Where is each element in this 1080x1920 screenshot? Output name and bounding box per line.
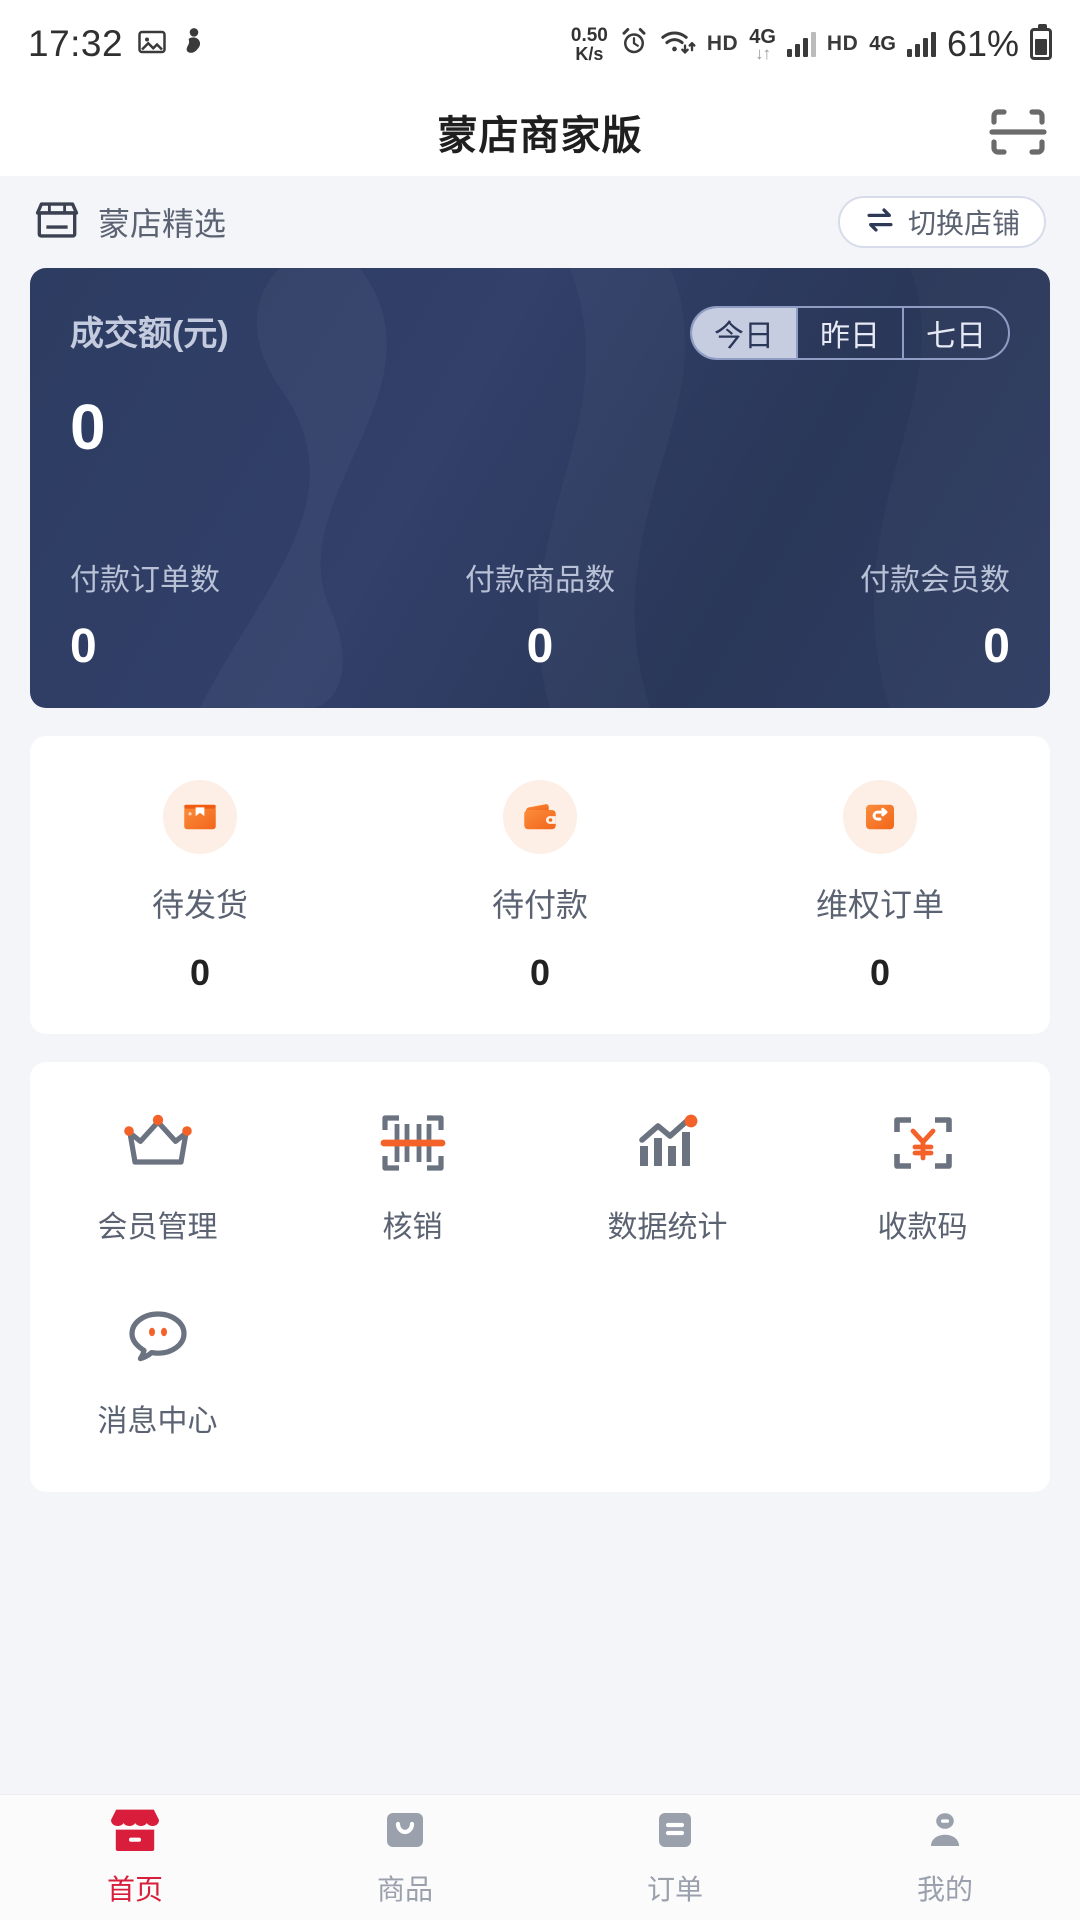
order-status-label: 维权订单: [815, 887, 944, 923]
payment-qr-icon: [888, 1102, 958, 1184]
status-bar-right: 0.50 K/s HD 4G ↓↑ HD 4G 61%: [571, 23, 1052, 65]
shop-info[interactable]: 蒙店精选: [34, 199, 226, 245]
revenue-stats: 付款订单数 0 付款商品数 0 付款会员数 0: [70, 555, 1010, 674]
netspeed-value: 0.50: [570, 24, 608, 46]
period-tab-today[interactable]: 今日: [692, 308, 796, 358]
order-status-label: 待付款: [491, 887, 588, 923]
network-type-1: 4G ↓↑: [749, 27, 776, 62]
switch-shop-button[interactable]: 切换店铺: [837, 196, 1046, 248]
network-speed-indicator: 0.50 K/s: [571, 26, 608, 63]
tab-products[interactable]: 商品: [270, 1807, 540, 1908]
bag-icon: [381, 1807, 429, 1858]
function-member-management[interactable]: 会员管理: [30, 1102, 285, 1246]
revenue-card-top: 成交额(元) 今日 昨日 七日: [70, 306, 1010, 360]
revenue-label: 成交额(元): [70, 315, 229, 353]
revenue-card: 成交额(元) 今日 昨日 七日 0 付款订单数 0 付款商品数 0 付款会员数 …: [30, 268, 1050, 708]
crown-icon: [120, 1102, 196, 1184]
wallet-icon: [503, 780, 577, 854]
swap-icon: [864, 206, 896, 239]
stat-paid-orders: 付款订单数 0: [70, 555, 383, 674]
app-header: 蒙店商家版: [0, 88, 1080, 176]
tab-orders[interactable]: 订单: [540, 1807, 810, 1908]
revenue-card-wrap: 成交额(元) 今日 昨日 七日 0 付款订单数 0 付款商品数 0 付款会员数 …: [0, 268, 1080, 708]
shop-selector-row: 蒙店精选 切换店铺: [0, 176, 1080, 268]
function-label: 会员管理: [97, 1211, 218, 1244]
function-label: 数据统计: [607, 1211, 728, 1244]
scan-icon[interactable]: [986, 104, 1050, 160]
stat-value: 0: [983, 620, 1010, 673]
period-tab-yesterday[interactable]: 昨日: [796, 308, 902, 358]
network-type-2: 4G: [869, 34, 896, 54]
hd-label-1: HD: [706, 32, 739, 55]
store-icon: [34, 200, 80, 245]
wifi-icon: [660, 28, 696, 61]
chart-icon: [632, 1102, 704, 1184]
order-status-label: 待发货: [151, 887, 248, 923]
order-status-pending-shipment[interactable]: 待发货 0: [30, 780, 370, 994]
app-root: 17:32 0.50 K/s HD 4G ↓↑ HD 4G 61% 蒙店商家版 …: [0, 0, 1080, 1920]
stat-label: 付款会员数: [859, 564, 1010, 597]
switch-shop-label: 切换店铺: [907, 208, 1020, 239]
function-verification[interactable]: 核销: [285, 1102, 540, 1246]
order-status-value: 0: [529, 952, 551, 993]
function-label: 消息中心: [97, 1405, 218, 1438]
app-icon: [181, 27, 207, 62]
stat-label: 付款订单数: [70, 564, 220, 597]
alarm-icon: [619, 27, 649, 62]
order-status-refund[interactable]: 维权订单 0: [710, 780, 1050, 994]
netspeed-unit: K/s: [575, 43, 604, 64]
period-tab-seven-days[interactable]: 七日: [902, 308, 1008, 358]
status-bar-left: 17:32: [28, 23, 207, 65]
order-status-pending-payment[interactable]: 待付款 0: [370, 780, 710, 994]
package-icon: [163, 780, 237, 854]
order-list-icon: [651, 1807, 699, 1858]
tab-home[interactable]: 首页: [0, 1807, 270, 1908]
hd-label-2: HD: [826, 32, 859, 55]
order-status-value: 0: [869, 952, 891, 993]
stat-paid-products: 付款商品数 0: [383, 555, 696, 674]
tab-profile[interactable]: 我的: [810, 1807, 1080, 1908]
period-segmented-control[interactable]: 今日 昨日 七日: [690, 306, 1010, 360]
status-time: 17:32: [28, 23, 124, 64]
order-status-value: 0: [189, 952, 211, 993]
message-icon: [123, 1296, 193, 1378]
page-title: 蒙店商家版: [437, 114, 643, 158]
battery-percent: 61%: [946, 23, 1019, 64]
function-message-center[interactable]: 消息中心: [30, 1296, 285, 1440]
tab-label: 首页: [106, 1874, 163, 1905]
signal-bars-2-icon: [906, 31, 936, 57]
tab-label: 商品: [376, 1874, 433, 1905]
function-data-statistics[interactable]: 数据统计: [540, 1102, 795, 1246]
stat-value: 0: [526, 620, 554, 673]
function-label: 收款码: [877, 1211, 968, 1244]
stat-label: 付款商品数: [464, 564, 615, 597]
shop-name: 蒙店精选: [98, 206, 227, 242]
status-bar: 17:32 0.50 K/s HD 4G ↓↑ HD 4G 61%: [0, 0, 1080, 88]
network-type-2-label: 4G: [869, 33, 896, 55]
barcode-icon: [378, 1102, 448, 1184]
battery-icon: [1030, 24, 1052, 60]
function-payment-qr[interactable]: 收款码: [795, 1102, 1050, 1246]
tab-label: 订单: [646, 1874, 703, 1905]
image-icon: [137, 27, 167, 62]
revenue-value: 0: [70, 391, 106, 463]
person-icon: [921, 1807, 969, 1858]
refund-icon: [843, 780, 917, 854]
function-label: 核销: [382, 1211, 443, 1244]
stat-paid-members: 付款会员数 0: [697, 555, 1010, 674]
signal-bars-1-icon: [786, 31, 816, 57]
function-grid-card: 会员管理 核销 数据统计 收款码 消息中心: [30, 1062, 1050, 1492]
home-store-icon: [109, 1807, 161, 1858]
order-status-card: 待发货 0 待付款 0 维权订单 0: [30, 736, 1050, 1034]
tab-label: 我的: [916, 1874, 973, 1905]
stat-value: 0: [70, 620, 97, 673]
bottom-tab-bar: 首页 商品 订单 我的: [0, 1794, 1080, 1920]
data-arrows-icon: ↓↑: [755, 43, 771, 63]
